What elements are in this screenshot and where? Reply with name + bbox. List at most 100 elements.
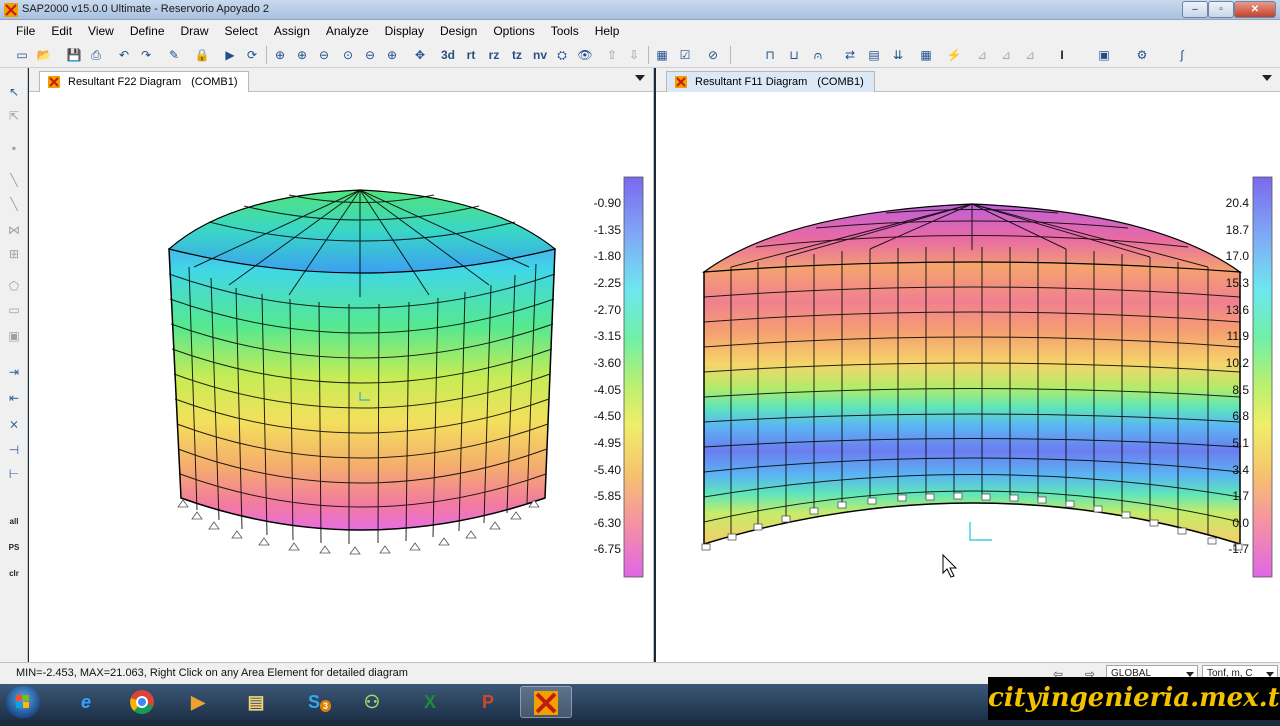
select-line-icon[interactable]: ⊣ bbox=[4, 440, 24, 460]
link-icon[interactable]: ⚙ bbox=[1132, 45, 1152, 65]
clear-selection-icon[interactable]: clr bbox=[4, 564, 24, 584]
zoom-window-icon[interactable]: ⊕ bbox=[270, 45, 290, 65]
perspective-icon[interactable]: ⛭ bbox=[552, 45, 572, 65]
previous-select-icon[interactable]: PS bbox=[4, 538, 24, 558]
design-steel-icon[interactable]: ⊿ bbox=[996, 45, 1016, 65]
check-icon[interactable]: ☑ bbox=[675, 45, 695, 65]
menu-file[interactable]: File bbox=[8, 20, 43, 38]
excel-icon[interactable]: X bbox=[404, 686, 456, 718]
menu-design[interactable]: Design bbox=[432, 20, 485, 38]
area-section-icon[interactable]: ▣ bbox=[1094, 45, 1114, 65]
undo-icon[interactable]: ↶ bbox=[114, 45, 134, 65]
scale-label: -1.7 bbox=[1228, 542, 1249, 556]
quick-frame-icon[interactable]: ⋈ bbox=[4, 220, 24, 240]
new-icon[interactable]: ▭ bbox=[12, 45, 32, 65]
menu-view[interactable]: View bbox=[80, 20, 122, 38]
view-rt-button[interactable]: rt bbox=[461, 45, 481, 65]
network-icon[interactable]: ⚇ bbox=[346, 686, 398, 718]
menu-assign[interactable]: Assign bbox=[266, 20, 318, 38]
open-icon[interactable]: 📂 bbox=[34, 45, 54, 65]
f11-canvas[interactable]: 20.4 18.7 17.0 15.3 13.6 11.9 10.2 8.5 6… bbox=[656, 92, 1280, 662]
design-concrete-icon[interactable]: ⊿ bbox=[1020, 45, 1040, 65]
chevron-down-icon[interactable] bbox=[1262, 75, 1272, 81]
sap2000-icon bbox=[534, 691, 558, 715]
print-icon[interactable]: ⎙ bbox=[86, 45, 106, 65]
select-joints-icon[interactable]: ⇥ bbox=[4, 362, 24, 382]
maximize-button[interactable]: ▫ bbox=[1208, 1, 1234, 18]
skype-icon[interactable]: S3 bbox=[288, 686, 340, 718]
zoom-extents-icon[interactable]: ⊙ bbox=[338, 45, 358, 65]
scale-label: -5.85 bbox=[594, 489, 622, 503]
menu-select[interactable]: Select bbox=[217, 20, 266, 38]
select-frames-icon[interactable]: ⇤ bbox=[4, 388, 24, 408]
scale-label: 1.7 bbox=[1232, 489, 1249, 503]
close-button[interactable]: ✕ bbox=[1234, 1, 1276, 18]
table-icon[interactable]: ▦ bbox=[916, 45, 936, 65]
draw-frame-icon[interactable]: ╲ bbox=[4, 170, 24, 190]
lock-icon[interactable]: 🔒 bbox=[192, 45, 212, 65]
3d-view-icon[interactable]: 3d bbox=[438, 45, 458, 65]
pointer-icon[interactable]: ↖ bbox=[4, 82, 24, 102]
frame-draw-icon[interactable]: ⊓ bbox=[760, 45, 780, 65]
zoom-out-icon[interactable]: ⊖ bbox=[314, 45, 334, 65]
frame-grid-icon[interactable]: ⊔ bbox=[784, 45, 804, 65]
forces-icon[interactable]: ⇄ bbox=[840, 45, 860, 65]
file-explorer-icon[interactable]: ▤ bbox=[230, 686, 282, 718]
select-plane-icon[interactable]: ⊢ bbox=[4, 464, 24, 484]
menu-help[interactable]: Help bbox=[587, 20, 628, 38]
lightning-icon[interactable]: ⚡ bbox=[944, 45, 964, 65]
zoom-previous-icon[interactable]: ⊖ bbox=[360, 45, 380, 65]
menu-analyze[interactable]: Analyze bbox=[318, 20, 377, 38]
tab-bar: Resultant F11 Diagram (COMB1) bbox=[656, 68, 1280, 92]
redo-icon[interactable]: ↷ bbox=[136, 45, 156, 65]
menu-options[interactable]: Options bbox=[485, 20, 542, 38]
set-display-options-icon[interactable]: ▦ bbox=[652, 45, 672, 65]
menu-draw[interactable]: Draw bbox=[173, 20, 217, 38]
select-intersect-icon[interactable]: ⨯ bbox=[4, 414, 24, 434]
quick-area-icon[interactable]: ▣ bbox=[4, 326, 24, 346]
pan-icon[interactable]: ✥ bbox=[410, 45, 430, 65]
select-all-icon[interactable]: all bbox=[4, 512, 24, 532]
tab-f22-diagram[interactable]: Resultant F22 Diagram (COMB1) bbox=[39, 71, 249, 92]
minimize-button[interactable]: ‒ bbox=[1182, 1, 1208, 18]
show-undeformed-icon[interactable]: ⊘ bbox=[703, 45, 723, 65]
chevron-down-icon[interactable] bbox=[635, 75, 645, 81]
deformed-shape-icon[interactable]: ⩀ bbox=[808, 45, 828, 65]
joint-icon[interactable]: ▪ bbox=[4, 138, 24, 158]
pencil-icon[interactable]: ✎ bbox=[164, 45, 184, 65]
menu-display[interactable]: Display bbox=[377, 20, 432, 38]
save-icon[interactable]: 💾 bbox=[64, 45, 84, 65]
stress-icon[interactable]: ▤ bbox=[864, 45, 884, 65]
tab-f11-diagram[interactable]: Resultant F11 Diagram (COMB1) bbox=[666, 71, 875, 92]
section-i-icon[interactable]: I bbox=[1052, 45, 1072, 65]
menu-define[interactable]: Define bbox=[122, 20, 173, 38]
function-icon[interactable]: ∫ bbox=[1172, 45, 1192, 65]
view-rz-button[interactable]: rz bbox=[484, 45, 504, 65]
quick-brace-icon[interactable]: ⊞ bbox=[4, 244, 24, 264]
draw-cable-icon[interactable]: ╲ bbox=[4, 194, 24, 214]
down-arrow-icon[interactable]: ⇩ bbox=[624, 45, 644, 65]
rotate-3d-icon[interactable]: ⟳ bbox=[242, 45, 262, 65]
internet-explorer-icon[interactable]: e bbox=[60, 686, 112, 718]
menu-tools[interactable]: Tools bbox=[543, 20, 587, 38]
media-player-icon[interactable]: ▶ bbox=[172, 686, 224, 718]
menu-edit[interactable]: Edit bbox=[43, 20, 80, 38]
design-frame-icon[interactable]: ⊿ bbox=[972, 45, 992, 65]
eye-icon[interactable]: 👁 bbox=[575, 45, 595, 65]
f22-canvas[interactable]: -0.90 -1.35 -1.80 -2.25 -2.70 -3.15 -3.6… bbox=[29, 92, 654, 662]
view-nv-button[interactable]: nv bbox=[530, 45, 550, 65]
up-arrow-icon[interactable]: ⇧ bbox=[602, 45, 622, 65]
zoom-in-icon[interactable]: ⊕ bbox=[292, 45, 312, 65]
chrome-icon[interactable] bbox=[116, 686, 168, 718]
run-icon[interactable]: ▶ bbox=[220, 45, 240, 65]
reactions-icon[interactable]: ⇊ bbox=[888, 45, 908, 65]
draw-rect-area-icon[interactable]: ▭ bbox=[4, 300, 24, 320]
sap2000-logo-icon bbox=[4, 3, 18, 17]
reshape-icon[interactable]: ⇱ bbox=[4, 106, 24, 126]
sap2000-taskbar-button[interactable] bbox=[520, 686, 572, 718]
zoom-step-icon[interactable]: ⊕ bbox=[382, 45, 402, 65]
start-button[interactable] bbox=[6, 686, 40, 718]
view-tz-button[interactable]: tz bbox=[507, 45, 527, 65]
powerpoint-icon[interactable]: P bbox=[462, 686, 514, 718]
draw-poly-area-icon[interactable]: ⬠ bbox=[4, 276, 24, 296]
